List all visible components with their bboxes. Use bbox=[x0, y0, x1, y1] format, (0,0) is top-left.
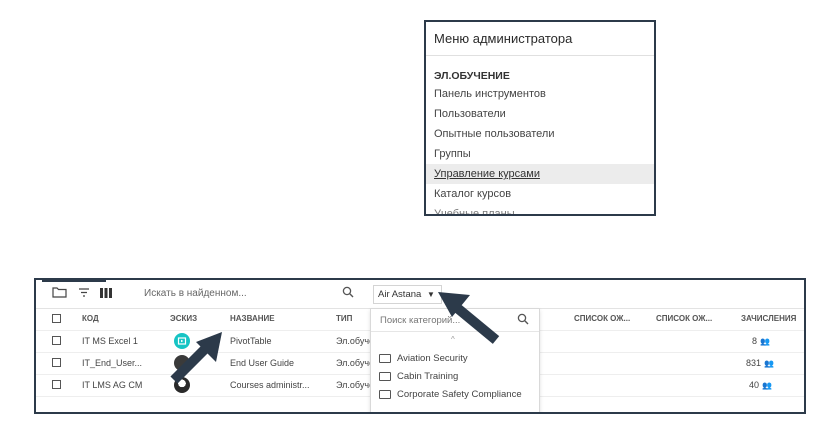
users-icon: 👥 bbox=[764, 359, 774, 368]
category-item[interactable]: Cabin Training bbox=[379, 371, 458, 382]
enrollments-count[interactable]: 40 👥 bbox=[749, 374, 772, 396]
folder-icon bbox=[379, 371, 391, 381]
toolbar: Искать в найденном... Air Astana ▼ bbox=[36, 280, 804, 309]
category-search[interactable]: Поиск категорий... bbox=[371, 309, 539, 332]
col-enrollments[interactable]: ЗАЧИСЛЕНИЯ bbox=[741, 308, 796, 330]
admin-menu-title: Меню администратора bbox=[434, 31, 573, 46]
users-icon: 👥 bbox=[760, 337, 770, 346]
category-label: Cabin Training bbox=[397, 371, 459, 382]
filter-icon[interactable] bbox=[78, 286, 90, 301]
enrollments-value: 8 bbox=[752, 336, 758, 346]
course-type: Эл.обуче bbox=[336, 380, 372, 390]
row-checkbox[interactable] bbox=[52, 336, 61, 345]
course-type: Эл.обуче bbox=[336, 336, 372, 346]
select-all-checkbox[interactable] bbox=[52, 314, 61, 323]
row-checkbox[interactable] bbox=[52, 358, 61, 367]
row-checkbox[interactable] bbox=[52, 380, 61, 389]
enrollments-value: 40 bbox=[749, 380, 760, 390]
col-type[interactable]: ТИП bbox=[336, 308, 352, 330]
col-code[interactable]: КОД bbox=[82, 308, 99, 330]
menu-item-learning-plans[interactable]: Учебные планы bbox=[426, 204, 654, 214]
menu-item-dashboard[interactable]: Панель инструментов bbox=[426, 84, 654, 104]
menu-item-course-catalog[interactable]: Каталог курсов bbox=[426, 184, 654, 204]
menu-item-power-users[interactable]: Опытные пользователи bbox=[426, 124, 654, 144]
company-select[interactable]: Air Astana ▼ bbox=[373, 285, 442, 304]
course-type: Эл.обуче bbox=[336, 358, 372, 368]
category-item[interactable]: Aviation Security bbox=[379, 353, 468, 364]
search-icon[interactable] bbox=[342, 286, 354, 301]
col-waitlist-2[interactable]: СПИСОК ОЖ... bbox=[656, 308, 712, 330]
category-dropdown: Поиск категорий... ^ Aviation Security C… bbox=[370, 308, 540, 412]
menu-section-elearning: ЭЛ.ОБУЧЕНИЕ bbox=[434, 70, 510, 82]
columns-icon[interactable] bbox=[100, 286, 112, 301]
users-icon: 👥 bbox=[762, 381, 772, 390]
folder-icon bbox=[379, 353, 391, 363]
search-icon[interactable] bbox=[517, 313, 529, 328]
folder-icon bbox=[379, 389, 391, 399]
course-code: IT_End_User... bbox=[82, 358, 143, 368]
enrollments-value: 831 bbox=[746, 358, 762, 368]
chevron-down-icon: ▼ bbox=[426, 290, 435, 299]
chevron-up-icon[interactable]: ^ bbox=[451, 335, 455, 344]
category-item[interactable]: Corporate Safety Compliance bbox=[379, 389, 522, 400]
menu-item-course-management[interactable]: Управление курсами bbox=[426, 164, 654, 184]
category-label: Aviation Security bbox=[397, 353, 468, 364]
company-select-value: Air Astana bbox=[378, 289, 422, 300]
enrollments-count[interactable]: 8 👥 bbox=[752, 330, 770, 352]
course-thumbnail bbox=[174, 377, 190, 393]
course-name[interactable]: PivotTable bbox=[230, 330, 272, 352]
category-search-input[interactable]: Поиск категорий... bbox=[380, 315, 460, 326]
course-thumbnail bbox=[174, 355, 190, 371]
col-thumbnail: ЭСКИЗ bbox=[170, 314, 198, 323]
menu-item-users[interactable]: Пользователи bbox=[426, 104, 654, 124]
active-tab-indicator bbox=[42, 280, 106, 282]
course-thumbnail bbox=[174, 333, 190, 349]
course-code: IT MS Excel 1 bbox=[82, 336, 138, 346]
enrollments-count[interactable]: 831 👥 bbox=[746, 352, 774, 374]
category-label: Corporate Safety Compliance bbox=[397, 389, 522, 400]
search-input[interactable]: Искать в найденном... bbox=[144, 288, 247, 299]
course-name[interactable]: Courses administr... bbox=[230, 374, 310, 396]
course-name[interactable]: End User Guide bbox=[230, 352, 294, 374]
courses-panel: Искать в найденном... Air Astana ▼ КОД Э… bbox=[34, 278, 806, 414]
menu-item-groups[interactable]: Группы bbox=[426, 144, 654, 164]
course-code: IT LMS AG CM bbox=[82, 380, 143, 390]
col-name[interactable]: НАЗВАНИЕ bbox=[230, 308, 275, 330]
folder-icon[interactable] bbox=[52, 286, 67, 301]
admin-menu: Меню администратора ЭЛ.ОБУЧЕНИЕ Панель и… bbox=[424, 20, 656, 216]
col-waitlist-1[interactable]: СПИСОК ОЖ... bbox=[574, 308, 630, 330]
